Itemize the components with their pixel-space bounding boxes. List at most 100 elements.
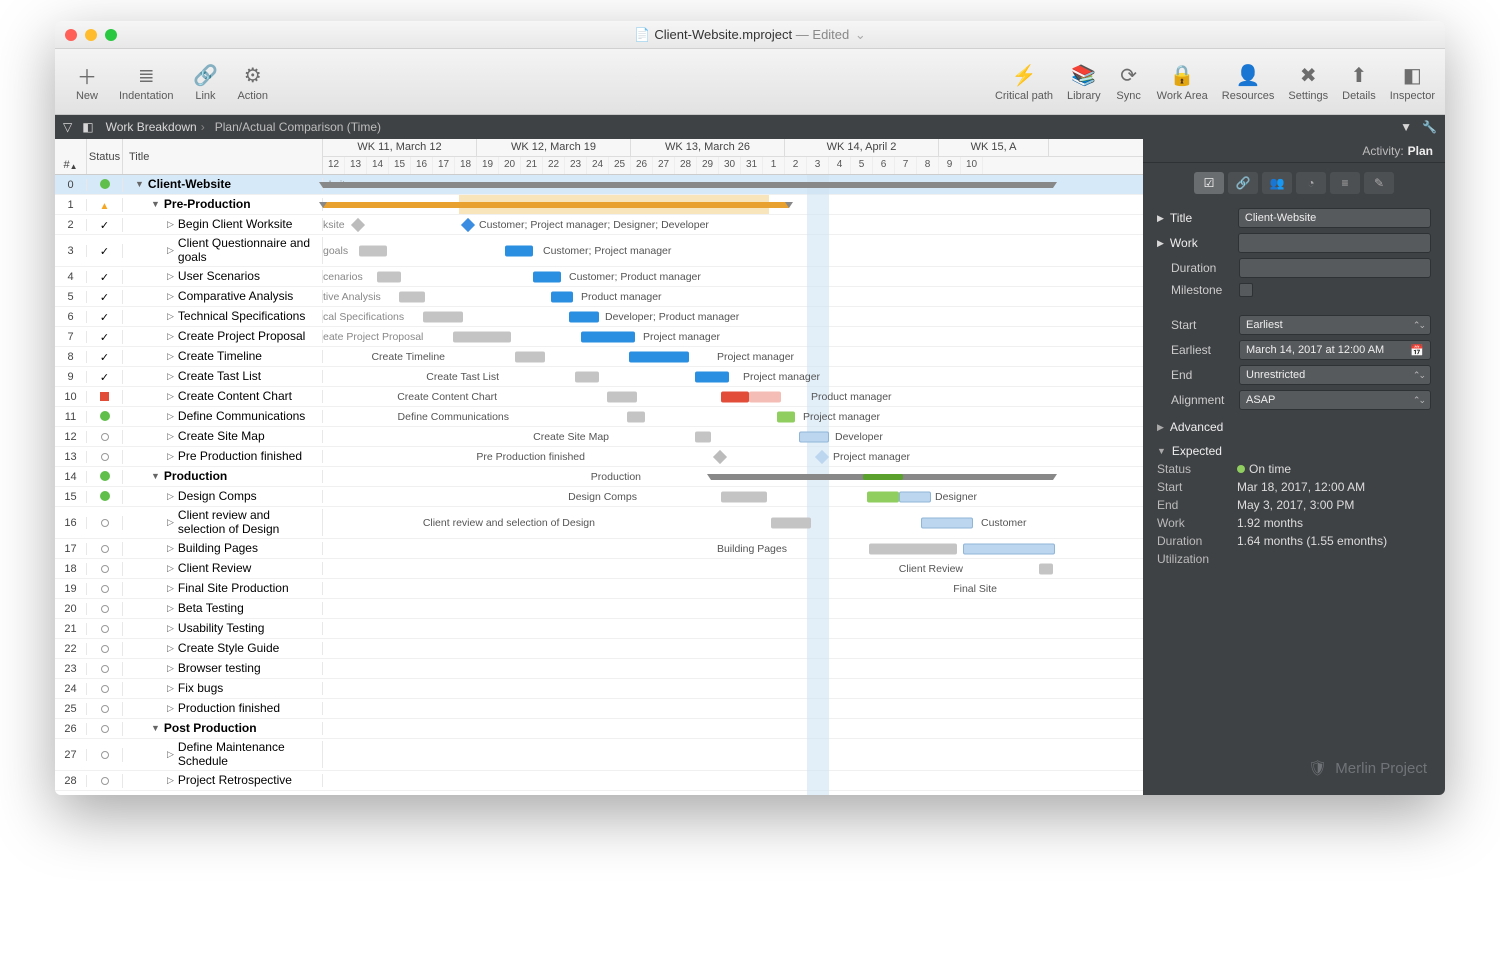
row-title[interactable]: ▷ Create Project Proposal — [123, 330, 323, 343]
day-header[interactable]: 10 — [961, 157, 983, 174]
inspector-duration-input[interactable] — [1239, 258, 1431, 278]
table-row[interactable]: 12 ▷ Create Site Map Create Site MapDeve… — [55, 427, 1143, 447]
col-header-status[interactable]: Status — [87, 139, 123, 174]
week-header[interactable]: WK 15, A — [939, 139, 1049, 156]
table-row[interactable]: 16 ▷ Client review and selection of Desi… — [55, 507, 1143, 539]
table-row[interactable]: 24 ▷ Fix bugs — [55, 679, 1143, 699]
gantt-bar[interactable] — [551, 291, 573, 302]
gantt-cell[interactable] — [323, 599, 1143, 618]
disclosure-icon[interactable]: ▷ — [167, 246, 174, 256]
disclosure-icon[interactable]: ▷ — [167, 544, 174, 554]
action-button[interactable]: ⚙Action — [237, 62, 268, 102]
table-row[interactable]: 3 ✓ ▷ Client Questionnaire and goals goa… — [55, 235, 1143, 267]
inspector-work-input[interactable] — [1238, 233, 1431, 253]
table-row[interactable]: 15 ▷ Design Comps Design CompsDesigner — [55, 487, 1143, 507]
gantt-bar[interactable] — [899, 491, 931, 502]
gantt-bar[interactable] — [423, 311, 463, 322]
week-header[interactable]: WK 11, March 12 — [323, 139, 477, 156]
gantt-cell[interactable]: cal SpecificationsDeveloper; Product man… — [323, 307, 1143, 326]
table-row[interactable]: 5 ✓ ▷ Comparative Analysis tive Analysis… — [55, 287, 1143, 307]
day-header[interactable]: 22 — [543, 157, 565, 174]
gantt-bar[interactable] — [799, 431, 829, 442]
inspector-tab-link[interactable]: 🔗 — [1228, 172, 1258, 194]
gantt-bar[interactable] — [575, 371, 599, 382]
col-header-title[interactable]: Title — [123, 139, 323, 174]
inspector-tab-resources[interactable]: 👥 — [1262, 172, 1292, 194]
gantt-cell[interactable]: Create Site MapDeveloper — [323, 427, 1143, 446]
disclosure-icon[interactable]: ▷ — [167, 750, 174, 760]
row-title[interactable]: ▷ Create Site Map — [123, 430, 323, 443]
inspector-tab-time[interactable]: ◔ — [1296, 172, 1326, 194]
day-header[interactable]: 7 — [895, 157, 917, 174]
table-row[interactable]: 1 ▲ ▼ Pre-Production — [55, 195, 1143, 215]
breadcrumb-2[interactable]: Plan/Actual Comparison (Time) — [215, 120, 381, 134]
resources-button[interactable]: 👤Resources — [1222, 62, 1275, 102]
gantt-cell[interactable] — [323, 195, 1143, 214]
row-title[interactable]: ▷ Create Timeline — [123, 350, 323, 363]
table-row[interactable]: 4 ✓ ▷ User Scenarios cenariosCustomer; P… — [55, 267, 1143, 287]
disclosure-icon[interactable]: ▷ — [167, 604, 174, 614]
disclosure-icon[interactable]: ▷ — [167, 452, 174, 462]
table-row[interactable]: 17 ▷ Building Pages Building Pages — [55, 539, 1143, 559]
row-title[interactable]: ▷ Pre Production finished — [123, 450, 323, 463]
day-header[interactable]: 6 — [873, 157, 895, 174]
row-title[interactable]: ▼ Pre-Production — [123, 198, 323, 211]
row-title[interactable]: ▷ Technical Specifications — [123, 310, 323, 323]
gantt-cell[interactable] — [323, 679, 1143, 698]
disclosure-icon[interactable]: ▷ — [167, 518, 174, 528]
gantt-cell[interactable]: cenariosCustomer; Product manager — [323, 267, 1143, 286]
day-header[interactable]: 20 — [499, 157, 521, 174]
inspector-button[interactable]: ◧Inspector — [1390, 62, 1435, 102]
disclosure-icon[interactable]: ▷ — [167, 664, 174, 674]
inspector-title-input[interactable]: Client-Website — [1238, 208, 1431, 228]
day-header[interactable]: 2 — [785, 157, 807, 174]
table-row[interactable]: 25 ▷ Production finished — [55, 699, 1143, 719]
table-row[interactable]: 21 ▷ Usability Testing — [55, 619, 1143, 639]
gantt-bar[interactable] — [359, 245, 387, 256]
day-header[interactable]: 3 — [807, 157, 829, 174]
table-row[interactable]: 23 ▷ Browser testing — [55, 659, 1143, 679]
row-title[interactable]: ▷ Define Maintenance Schedule — [123, 741, 323, 767]
row-title[interactable]: ▷ User Scenarios — [123, 270, 323, 283]
row-title[interactable]: ▷ Browser testing — [123, 662, 323, 675]
gantt-bar[interactable] — [607, 391, 637, 402]
disclosure-icon[interactable]: ▷ — [167, 352, 174, 362]
day-header[interactable]: 23 — [565, 157, 587, 174]
row-title[interactable]: ▷ Fix bugs — [123, 682, 323, 695]
disclosure-icon[interactable]: ▷ — [167, 412, 174, 422]
inspector-expected-section[interactable]: ▼Expected — [1157, 444, 1431, 458]
gantt-cell[interactable]: Building Pages — [323, 539, 1143, 558]
table-row[interactable]: 10 ▷ Create Content Chart Create Content… — [55, 387, 1143, 407]
week-header[interactable]: WK 14, April 2 — [785, 139, 939, 156]
disclosure-icon[interactable]: ▷ — [167, 392, 174, 402]
gantt-bar[interactable] — [399, 291, 425, 302]
gantt-bar[interactable] — [515, 351, 545, 362]
day-header[interactable]: 4 — [829, 157, 851, 174]
link-button[interactable]: 🔗Link — [191, 62, 219, 102]
disclosure-icon[interactable]: ▼ — [135, 180, 144, 190]
day-header[interactable]: 14 — [367, 157, 389, 174]
row-title[interactable]: ▷ Define Communications — [123, 410, 323, 423]
day-header[interactable]: 19 — [477, 157, 499, 174]
week-header[interactable]: WK 13, March 26 — [631, 139, 785, 156]
gantt-cell[interactable]: Create Tast ListProject manager — [323, 367, 1143, 386]
row-title[interactable]: ▼ Post Production — [123, 722, 323, 735]
day-header[interactable]: 16 — [411, 157, 433, 174]
table-row[interactable]: 14 ▼ Production Production — [55, 467, 1143, 487]
day-header[interactable]: 5 — [851, 157, 873, 174]
day-header[interactable]: 15 — [389, 157, 411, 174]
day-header[interactable]: 28 — [675, 157, 697, 174]
row-title[interactable]: ▷ Building Pages — [123, 542, 323, 555]
workarea-button[interactable]: 🔒Work Area — [1157, 62, 1208, 102]
table-row[interactable]: 11 ▷ Define Communications Define Commun… — [55, 407, 1143, 427]
disclosure-icon[interactable]: ▷ — [167, 644, 174, 654]
gantt-cell[interactable] — [323, 639, 1143, 658]
inspector-earliest-input[interactable]: March 14, 2017 at 12:00 AM📅 — [1239, 340, 1431, 360]
calendar-icon[interactable]: 📅 — [1410, 344, 1424, 357]
inspector-advanced-section[interactable]: ▶Advanced — [1157, 420, 1431, 434]
gantt-bar[interactable] — [867, 491, 899, 502]
gantt-cell[interactable]: Create Content ChartProduct manager — [323, 387, 1143, 406]
inspector-tab-list[interactable]: ≡ — [1330, 172, 1360, 194]
row-title[interactable]: ▷ Design Comps — [123, 490, 323, 503]
disclosure-icon[interactable]: ▼ — [151, 472, 160, 482]
